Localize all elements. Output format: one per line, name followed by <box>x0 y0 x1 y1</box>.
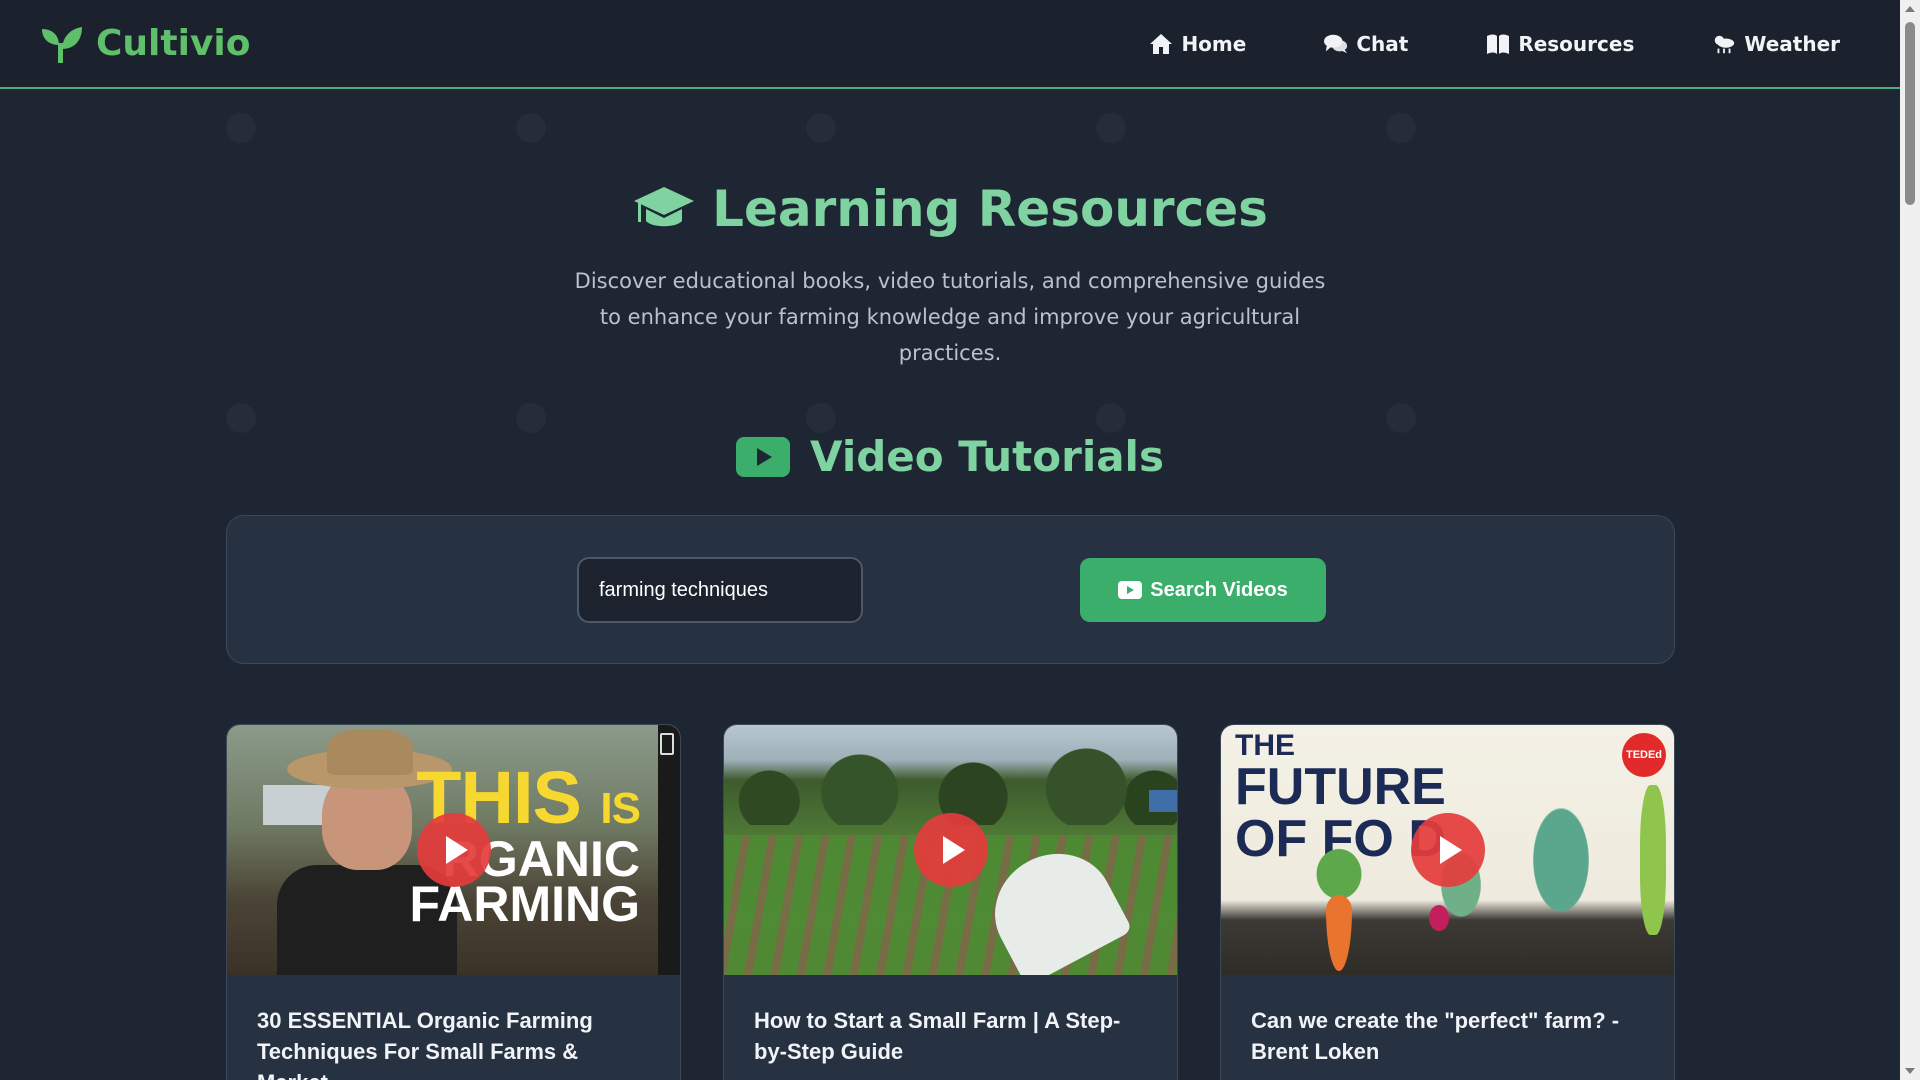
video-tutorials-title: Video Tutorials <box>810 432 1164 481</box>
video-title[interactable]: Can we create the "perfect" farm? - Bren… <box>1221 975 1674 1067</box>
page-title-text: Learning Resources <box>712 180 1268 238</box>
nav-home-label: Home <box>1181 31 1247 56</box>
hero-section: Learning Resources Discover educational … <box>0 180 1900 371</box>
video-title[interactable]: How to Start a Small Farm | A Step-by-St… <box>724 975 1177 1067</box>
video-thumbnail[interactable]: THIS IS RGANIC FARMING <box>227 725 680 975</box>
sprout-icon <box>42 26 82 63</box>
brand-name: Cultivio <box>96 23 251 64</box>
brand[interactable]: Cultivio <box>40 23 250 64</box>
search-videos-label: Search Videos <box>1150 578 1288 601</box>
search-videos-button[interactable]: Search Videos <box>1080 558 1326 622</box>
book-icon <box>1487 34 1510 54</box>
video-thumbnail[interactable]: THE FUTURE OF FO D TEDEd <box>1221 725 1674 975</box>
scroll-up-arrow-icon[interactable] <box>1900 0 1920 18</box>
scroll-down-arrow-icon[interactable] <box>1900 1062 1920 1080</box>
chat-icon <box>1324 34 1348 53</box>
thumb-text: IS <box>600 784 641 833</box>
nav-home[interactable]: Home <box>1149 32 1246 56</box>
play-icon[interactable] <box>1410 813 1485 887</box>
play-icon[interactable] <box>416 813 491 887</box>
video-thumbnail[interactable] <box>724 725 1177 975</box>
thumb-text: FUTURE <box>1235 758 1446 816</box>
play-icon[interactable] <box>913 813 988 887</box>
video-card[interactable]: How to Start a Small Farm | A Step-by-St… <box>723 724 1178 1080</box>
nav-weather[interactable]: Weather <box>1712 32 1840 56</box>
cloud-sun-rain-icon <box>1715 35 1735 53</box>
ted-ed-badge: TEDEd <box>1622 733 1666 777</box>
youtube-icon <box>736 436 791 477</box>
hd-icon <box>660 733 674 755</box>
video-search-input[interactable] <box>577 557 863 623</box>
nav-resources[interactable]: Resources <box>1486 32 1634 56</box>
video-card-list: THIS IS RGANIC FARMING 30 ESSENTIAL Orga… <box>226 724 1675 1080</box>
home-icon <box>1150 33 1173 54</box>
video-tutorials-heading: Video Tutorials <box>0 432 1900 481</box>
graduation-cap-icon <box>634 187 695 227</box>
scrollbar-thumb[interactable] <box>1905 22 1915 205</box>
nav-resources-label: Resources <box>1518 31 1635 56</box>
page-title: Learning Resources <box>632 180 1268 238</box>
video-card[interactable]: THIS IS RGANIC FARMING 30 ESSENTIAL Orga… <box>226 724 681 1080</box>
vertical-scrollbar[interactable] <box>1900 0 1920 1080</box>
nav-chat-label: Chat <box>1356 31 1409 56</box>
thumb-text: THE <box>1235 729 1295 762</box>
top-navbar: Cultivio Home Chat Resources Weather <box>0 0 1900 89</box>
page-subtitle: Discover educational books, video tutori… <box>574 269 1326 365</box>
video-search-panel: Search Videos <box>226 515 1675 664</box>
nav-chat[interactable]: Chat <box>1324 32 1408 56</box>
nav-links: Home Chat Resources Weather <box>1149 32 1840 56</box>
nav-weather-label: Weather <box>1744 31 1840 56</box>
video-title[interactable]: 30 ESSENTIAL Organic Farming Techniques … <box>227 975 680 1080</box>
youtube-icon <box>1118 581 1143 599</box>
video-card[interactable]: THE FUTURE OF FO D TEDEd Can we create t… <box>1220 724 1675 1080</box>
